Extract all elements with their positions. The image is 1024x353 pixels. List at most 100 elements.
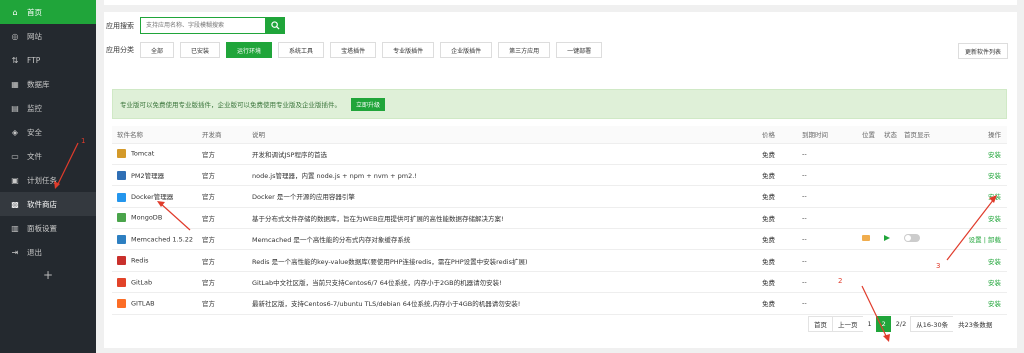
operation-link[interactable]: 安装 <box>988 279 1001 287</box>
software-name-cell: Docker管理器 <box>112 185 197 208</box>
category-button[interactable]: 全部 <box>140 42 175 58</box>
shield-icon: ◈ <box>11 127 19 137</box>
cell-status <box>879 249 899 272</box>
page-range: 从16-30条 <box>910 316 955 332</box>
app-logo-icon <box>117 298 126 308</box>
cell-operation: 安装 <box>949 164 1007 187</box>
search-input[interactable] <box>140 17 266 34</box>
app-logo-icon <box>117 149 126 159</box>
pagination: 首页 上一页 1 2 2/2 从16-30条 共23条数据 <box>808 316 998 332</box>
cell-expire: -- <box>797 292 857 315</box>
home-display-toggle[interactable] <box>904 234 920 243</box>
folder-icon[interactable] <box>862 235 870 242</box>
category-button[interactable]: 运行环境 <box>226 42 273 58</box>
add-icon[interactable]: + <box>0 264 96 286</box>
category-button[interactable]: 系统工具 <box>278 42 325 58</box>
operation-link[interactable]: 设置 | 卸载 <box>969 236 1001 244</box>
app-logo-icon <box>117 192 126 202</box>
software-name: MongoDB <box>131 213 163 222</box>
sidebar-item-label: 监控 <box>27 103 42 113</box>
sidebar-item[interactable]: ▩ 软件商店 <box>0 192 96 216</box>
operation-link[interactable]: 安装 <box>988 172 1001 180</box>
sidebar-item[interactable]: ▦ 数据库 <box>0 72 96 96</box>
settings-icon: ▥ <box>11 223 19 233</box>
sidebar-item[interactable]: ▥ 面板设置 <box>0 216 96 240</box>
cell-price: 免费 <box>757 143 797 165</box>
category-button[interactable]: 一键部署 <box>556 42 603 58</box>
column-header: 首页显示 <box>899 126 949 144</box>
category-button[interactable]: 专业版插件 <box>382 42 435 58</box>
column-header: 位置 <box>857 126 879 144</box>
calendar-icon: ▣ <box>11 175 19 185</box>
cell-location <box>857 143 879 165</box>
category-row: 应用分类 全部 已安装 运行环境 系统工具 宝塔插件 专业版插件 企业版插件 第三方应用 一键部… <box>106 42 608 58</box>
cell-expire: -- <box>797 271 857 294</box>
software-name: Tomcat <box>131 149 155 158</box>
folder-icon: ▭ <box>11 151 19 161</box>
sidebar-item[interactable]: ◈ 安全 <box>0 120 96 144</box>
cell-desc: Docker 是一个开源的应用容器引擎 <box>247 185 757 208</box>
page-first[interactable]: 首页 <box>808 316 833 332</box>
cell-desc: 最新社区版，支持Centos6-7/ubuntu TLS/debian 64位系… <box>247 292 757 315</box>
category-button[interactable]: 已安装 <box>180 42 221 58</box>
software-name: Docker管理器 <box>131 193 174 202</box>
category-button[interactable]: 宝塔插件 <box>330 42 377 58</box>
operation-link[interactable]: 安装 <box>988 151 1001 159</box>
cell-operation: 安装 <box>949 185 1007 208</box>
category-label: 应用分类 <box>106 46 134 54</box>
upgrade-button[interactable]: 立即升级 <box>351 97 386 111</box>
column-header: 开发商 <box>197 126 247 144</box>
cell-status <box>879 207 899 230</box>
sidebar-item[interactable]: ▤ 监控 <box>0 96 96 120</box>
operation-link[interactable]: 安装 <box>988 193 1001 201</box>
update-software-list-button[interactable]: 更新软件列表 <box>958 43 1008 59</box>
cell-expire: -- <box>797 185 857 208</box>
cell-status <box>879 271 899 294</box>
cell-status <box>879 185 899 208</box>
search-button[interactable] <box>266 17 285 34</box>
category-button[interactable]: 企业版插件 <box>440 42 493 58</box>
cell-home-display <box>899 292 949 315</box>
cell-operation: 安装 <box>949 207 1007 230</box>
page-1[interactable]: 1 <box>862 316 877 332</box>
app-logo-icon <box>117 213 126 223</box>
cell-location <box>857 164 879 187</box>
column-header: 状态 <box>879 126 899 144</box>
sidebar-item[interactable]: ⇅ FTP <box>0 48 96 72</box>
category-button[interactable]: 第三方应用 <box>498 42 551 58</box>
panel-top <box>104 0 1017 5</box>
cell-expire: -- <box>797 164 857 187</box>
cell-location <box>857 228 879 251</box>
software-name: GitLab <box>131 278 153 287</box>
page-prev[interactable]: 上一页 <box>832 316 864 332</box>
cell-operation: 安装 <box>949 292 1007 315</box>
operation-link[interactable]: 安装 <box>988 215 1001 223</box>
cell-expire: -- <box>797 143 857 165</box>
cell-desc: node.js管理器，内置 node.js + npm + nvm + pm2.… <box>247 164 757 187</box>
sidebar-item[interactable]: ◎ 网站 <box>0 24 96 48</box>
column-header: 说明 <box>247 126 757 144</box>
page-2[interactable]: 2 <box>875 316 892 332</box>
cell-vendor: 官方 <box>197 143 247 165</box>
cell-vendor: 官方 <box>197 185 247 208</box>
operation-link[interactable]: 安装 <box>988 258 1001 266</box>
cell-operation: 安装 <box>949 143 1007 165</box>
software-name-cell: Memcached 1.5.22 <box>112 228 197 251</box>
sidebar-item[interactable]: ⇥ 退出 <box>0 240 96 264</box>
sidebar-item[interactable]: ▣ 计划任务 <box>0 168 96 192</box>
cell-desc: Redis 是一个高性能的key-value数据库(要使用PHP连接redis，… <box>247 249 757 272</box>
sidebar-item-label: 数据库 <box>27 79 50 89</box>
cell-vendor: 官方 <box>197 228 247 251</box>
notice-text: 专业版可以免费使用专业版插件，企业版可以免费使用专业版及企业版插件。 <box>120 101 341 109</box>
sidebar-item[interactable]: ⌂ 首页 <box>0 0 96 24</box>
cell-desc: 基于分布式文件存储的数据库，旨在为WEB应用提供可扩展的高性能数据存储解决方案! <box>247 207 757 230</box>
cell-vendor: 官方 <box>197 292 247 315</box>
sidebar-item-label: 首页 <box>27 7 42 17</box>
sidebar-item-label: 面板设置 <box>27 223 57 233</box>
operation-link[interactable]: 安装 <box>988 300 1001 308</box>
sidebar-item[interactable]: ▭ 文件 <box>0 144 96 168</box>
table-row: Docker管理器 官方 Docker 是一个开源的应用容器引擎 免费 -- 安装 <box>112 185 1007 208</box>
cell-home-display <box>899 249 949 272</box>
app-logo-icon <box>117 234 126 244</box>
cell-operation: 设置 | 卸载 <box>949 228 1007 251</box>
